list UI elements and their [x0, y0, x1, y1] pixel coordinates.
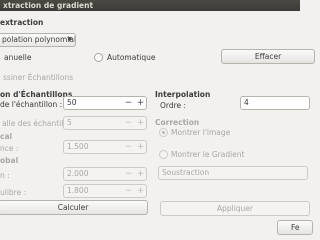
global-param1-value: 2.000 — [67, 169, 89, 178]
extraction-method-combo[interactable]: polation polynomiale ▼ — [0, 33, 76, 47]
radio-automatic-label[interactable]: Automatique — [107, 53, 155, 62]
extraction-heading: extraction — [0, 18, 44, 27]
calculer-button[interactable]: Calculer — [0, 200, 148, 215]
plus-icon[interactable]: + — [135, 97, 146, 109]
global-param1-label: n : — [0, 171, 10, 180]
global-param2-value: 1.800 — [67, 186, 89, 195]
order-spinbox[interactable]: 4 — [240, 96, 310, 110]
effacer-button[interactable]: Effacer — [221, 49, 315, 64]
window-title: xtraction de gradient — [3, 1, 94, 10]
sample-count-spinbox[interactable]: 5 − + — [63, 116, 147, 130]
radio-show-gradient[interactable] — [159, 150, 168, 159]
global-param2-spinbox[interactable]: 1.800 − + — [63, 184, 147, 198]
sample-size-spinbox[interactable]: 50 − + — [63, 96, 147, 110]
plus-icon[interactable]: + — [135, 141, 146, 153]
global-param1-spinbox[interactable]: 2.000 − + — [63, 167, 147, 181]
minus-icon[interactable]: − — [123, 117, 134, 129]
radio-show-image[interactable] — [159, 128, 168, 137]
sample-size-label: de l'échantillon : — [0, 100, 63, 109]
minus-icon[interactable]: − — [123, 168, 134, 180]
sample-size-value: 50 — [67, 98, 77, 107]
window-title-bar: xtraction de gradient — [0, 0, 300, 11]
interpolation-heading: Interpolation — [155, 90, 211, 99]
appliquer-button[interactable]: Appliquer — [160, 201, 310, 216]
radio-automatic[interactable] — [94, 53, 103, 62]
local-tolerance-spinbox[interactable]: 1.500 − + — [63, 140, 147, 154]
sample-count-value: 5 — [67, 118, 72, 127]
radio-show-gradient-label[interactable]: Montrer le Gradient — [171, 150, 244, 159]
chevron-down-icon: ▼ — [67, 36, 72, 43]
order-value: 4 — [244, 98, 249, 107]
local-heading: cal — [0, 132, 13, 141]
order-label: Ordre : — [160, 101, 187, 110]
radio-show-image-label[interactable]: Montrer l'image — [171, 128, 230, 137]
plus-icon[interactable]: + — [135, 185, 146, 197]
global-heading: obal — [0, 156, 19, 165]
local-tolerance-value: 1.500 — [67, 142, 89, 151]
resample-label: ssiner Échantillons — [3, 73, 74, 82]
global-param2-label: ulibre : — [0, 188, 27, 197]
close-button[interactable]: Fe — [277, 220, 313, 235]
plus-icon[interactable]: + — [135, 117, 146, 129]
minus-icon[interactable]: − — [123, 97, 134, 109]
minus-icon[interactable]: − — [123, 185, 134, 197]
plus-icon[interactable]: + — [135, 168, 146, 180]
operation-field[interactable]: Soustraction — [158, 166, 308, 180]
radio-manual-label[interactable]: anuelle — [4, 53, 32, 62]
correction-heading: Correction — [155, 118, 200, 127]
sampling-heading: on d'Échantillons — [0, 90, 73, 99]
minus-icon[interactable]: − — [123, 141, 134, 153]
operation-value: Soustraction — [162, 168, 210, 177]
local-tolerance-label: nce : — [0, 144, 19, 153]
extraction-method-value: polation polynomiale — [2, 35, 76, 44]
